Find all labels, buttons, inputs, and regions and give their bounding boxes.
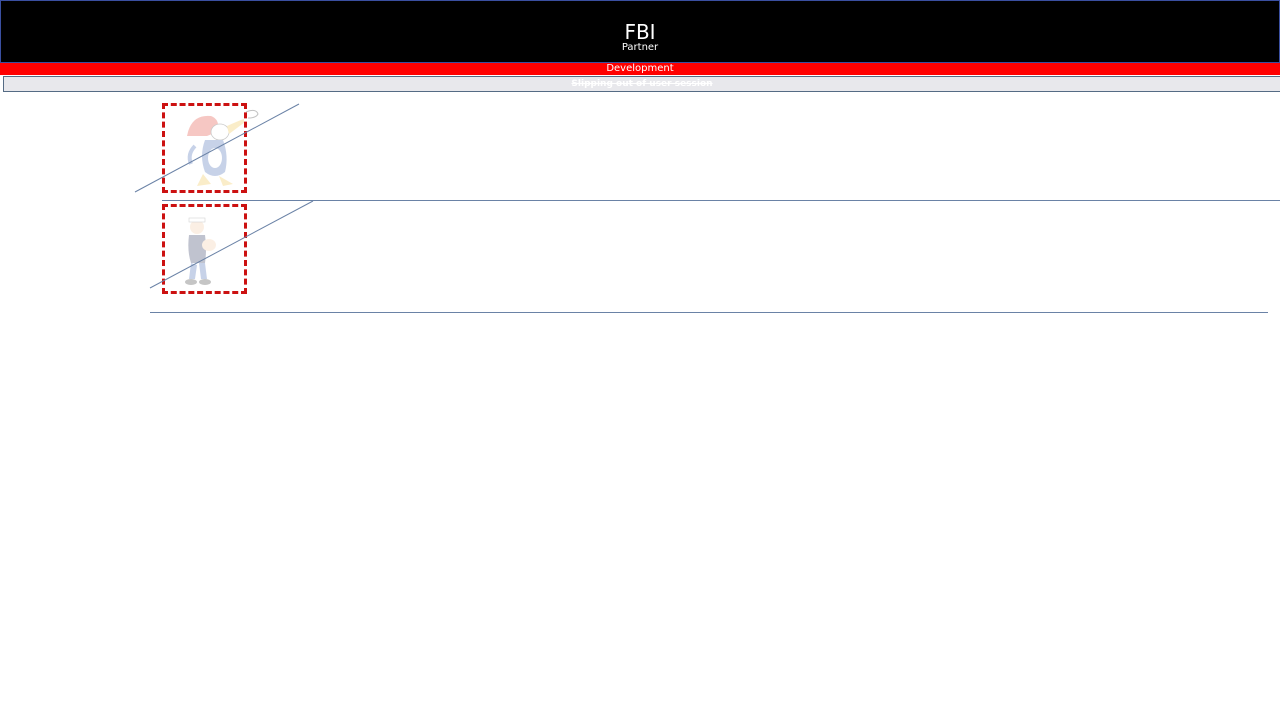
thumbnail-edge-mark xyxy=(245,109,259,119)
environment-banner: Development xyxy=(0,63,1280,75)
row-divider xyxy=(150,312,1268,313)
app-subtitle: Partner xyxy=(621,42,659,53)
cartoon-thumbnail-2[interactable] xyxy=(162,204,247,294)
cartoon-thumbnail-1[interactable] xyxy=(162,103,247,193)
sailor-cartoon-icon xyxy=(185,217,216,285)
app-title: FBI xyxy=(624,20,656,44)
app-header: FBI Partner xyxy=(0,0,1280,63)
row-divider xyxy=(162,200,1280,201)
woodpecker-cartoon-icon xyxy=(187,115,244,186)
page: FBI Partner Development Slipping out of … xyxy=(0,0,1280,720)
session-notice-bar: Slipping out of user session xyxy=(3,76,1280,92)
